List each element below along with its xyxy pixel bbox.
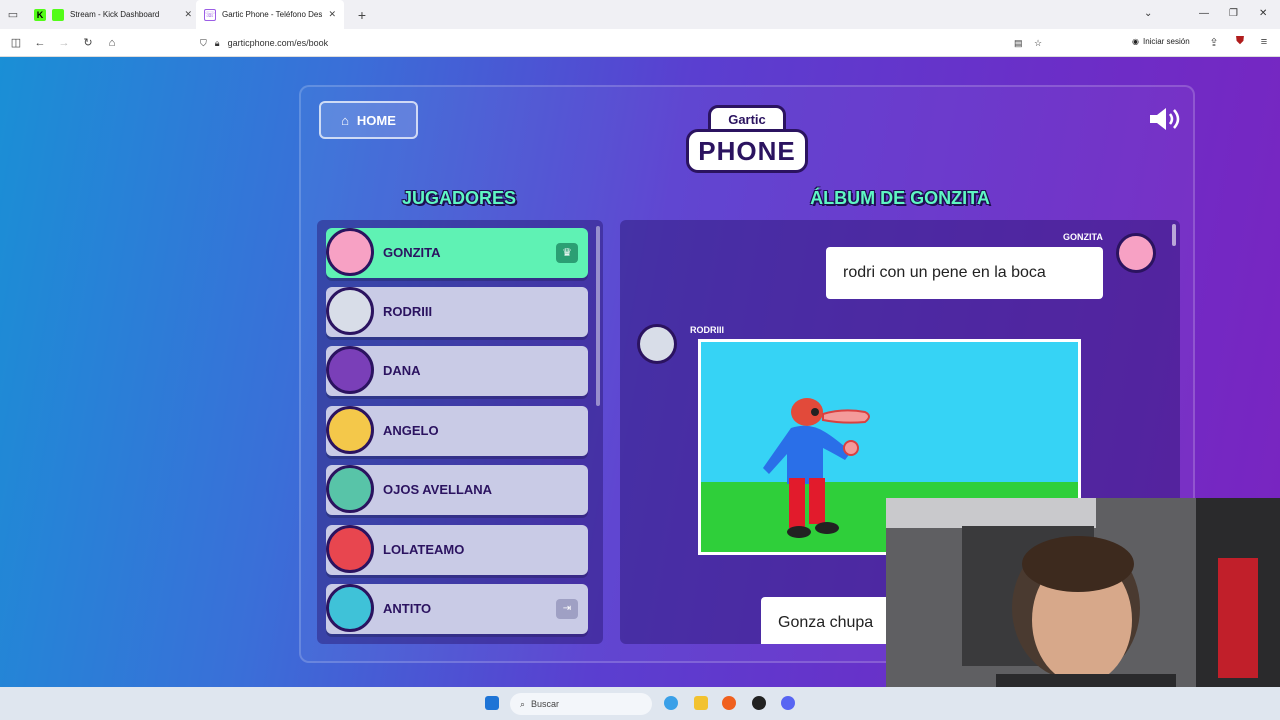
account-icon: ◉: [1132, 37, 1139, 46]
home-label: HOME: [356, 112, 396, 128]
player-card[interactable]: ANGELO: [326, 406, 588, 456]
players-scrollbar[interactable]: [596, 226, 600, 406]
back-icon[interactable]: ←: [28, 37, 52, 49]
player-name: OJOS AVELLANA: [383, 482, 493, 497]
player-name: DANA: [383, 363, 421, 378]
signin-button[interactable]: ◉ Iniciar sesión: [1132, 37, 1190, 46]
kick-green-icon: [52, 8, 64, 21]
player-card[interactable]: GONZITA ♛: [326, 228, 588, 278]
speaker-icon[interactable]: [1148, 106, 1182, 132]
entry-author: GONZITA: [1063, 232, 1103, 242]
copilot-icon[interactable]: [664, 696, 678, 710]
reload-icon[interactable]: ↻: [76, 36, 100, 49]
extensions-icon[interactable]: ⇪: [1202, 36, 1226, 49]
avatar: [326, 465, 374, 513]
close-tab-icon[interactable]: ✕: [328, 9, 336, 20]
gartic-phone-logo: Gartic PHONE: [686, 103, 808, 175]
logo-bottom: PHONE: [686, 129, 808, 173]
exit-icon[interactable]: ⇥: [556, 599, 578, 619]
url-bar[interactable]: ⛉ 🔒︎ garticphone.com/es/book ▤ ☆: [200, 32, 1050, 54]
tab-kick-dashboard[interactable]: K Stream - Kick Dashboard ✕: [26, 0, 196, 29]
home-icon[interactable]: ⌂: [100, 37, 124, 49]
browser-tab-bar: ▭ K Stream - Kick Dashboard ✕ ☏ Gartic P…: [0, 0, 1280, 29]
reader-view-icon[interactable]: ▤: [1014, 38, 1023, 49]
close-window-icon[interactable]: ✕: [1259, 8, 1267, 19]
tab-list-icon[interactable]: ⌄: [1144, 8, 1152, 19]
url-text: garticphone.com/es/book: [227, 38, 329, 48]
player-name: GONZITA: [383, 245, 441, 260]
players-list: GONZITA ♛ RODRIII DANA ANGELO OJOS AVELL…: [317, 220, 603, 644]
house-icon: ⌂: [341, 112, 349, 128]
minimize-icon[interactable]: —: [1199, 8, 1209, 19]
file-explorer-icon[interactable]: [694, 696, 708, 710]
restore-icon[interactable]: ❐: [1229, 8, 1238, 19]
signin-label: Iniciar sesión: [1142, 37, 1190, 46]
player-card[interactable]: ANTITO ⇥: [326, 584, 588, 634]
shield-icon: ⛉: [200, 37, 207, 48]
lock-icon: 🔒︎: [214, 37, 220, 48]
crown-icon: ♛: [556, 243, 578, 263]
obs-icon[interactable]: [752, 696, 766, 710]
taskbar-search[interactable]: ⌕ Buscar: [510, 693, 652, 715]
tab-title: Stream - Kick Dashboard: [70, 10, 160, 19]
album-scrollbar[interactable]: [1172, 224, 1176, 246]
avatar: [637, 324, 677, 364]
bookmark-star-icon[interactable]: ☆: [1034, 38, 1042, 49]
avatar: [326, 346, 374, 394]
album-heading: ÁLBUM DE GONZITA: [810, 188, 990, 208]
search-icon: ⌕: [520, 698, 526, 709]
text-entry: rodri con un pene en la boca: [826, 247, 1103, 299]
tab-title: Gartic Phone - Teléfono Descon: [222, 10, 323, 19]
player-card[interactable]: DANA: [326, 346, 588, 396]
kick-favicon-icon: K: [34, 8, 46, 21]
avatar: [326, 287, 374, 335]
player-card[interactable]: RODRIII: [326, 287, 588, 337]
player-card[interactable]: OJOS AVELLANA: [326, 465, 588, 515]
player-name: LOLATEAMO: [383, 542, 465, 557]
avatar: [1116, 233, 1156, 273]
player-card[interactable]: LOLATEAMO: [326, 525, 588, 575]
player-name: RODRIII: [383, 304, 433, 319]
avatar: [326, 525, 374, 573]
search-placeholder: Buscar: [531, 699, 560, 709]
windows-start-icon[interactable]: [485, 696, 499, 710]
close-tab-icon[interactable]: ✕: [184, 9, 192, 20]
tab-gartic-phone[interactable]: ☏ Gartic Phone - Teléfono Descon ✕: [196, 0, 344, 29]
gartic-favicon-icon: ☏: [204, 8, 216, 21]
ublock-icon[interactable]: ⛊: [1228, 35, 1252, 48]
menu-icon[interactable]: ≡: [1252, 36, 1276, 48]
forward-icon[interactable]: →: [52, 37, 76, 49]
avatar: [326, 584, 374, 632]
browser-nav-bar: ◫ ← → ↻ ⌂ ⛉ 🔒︎ garticphone.com/es/book ▤…: [0, 29, 1280, 57]
avatar: [326, 228, 374, 276]
tab-overview-icon[interactable]: ▭: [0, 8, 26, 21]
firefox-icon[interactable]: [722, 696, 736, 710]
new-tab-button[interactable]: +: [350, 7, 374, 23]
player-name: ANGELO: [383, 423, 439, 438]
discord-icon[interactable]: [781, 696, 795, 710]
avatar: [326, 406, 374, 454]
players-heading: JUGADORES: [401, 188, 517, 208]
player-name: ANTITO: [383, 601, 432, 616]
windows-taskbar: ⌕ Buscar: [0, 687, 1280, 720]
sidebar-toggle-icon[interactable]: ◫: [4, 36, 28, 49]
entry-author: RODRIII: [690, 325, 725, 335]
home-button[interactable]: ⌂ HOME: [319, 101, 418, 139]
